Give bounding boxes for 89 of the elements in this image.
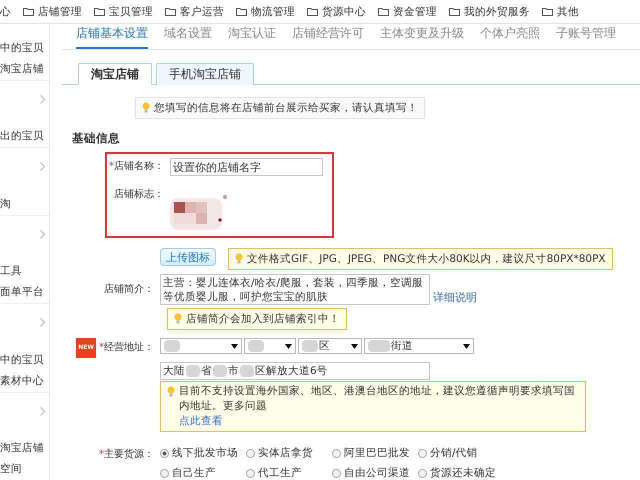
tab[interactable]: 子账号管理	[556, 25, 616, 49]
dropdown-caret-icon	[285, 344, 292, 348]
radio-icon[interactable]	[246, 448, 255, 458]
source-radio[interactable]: 分销/代销	[418, 446, 504, 460]
region-select[interactable]: 街道	[364, 338, 474, 354]
source-radio[interactable]: 货源还未确定	[418, 466, 504, 480]
field-label: 主要货源：	[104, 448, 154, 462]
sidebar-item[interactable]: 出的宝贝	[0, 126, 44, 148]
sidebar-item[interactable]: 中的宝贝	[0, 350, 44, 371]
radio-icon[interactable]	[160, 468, 169, 478]
folder-icon	[23, 7, 34, 16]
sidebar-item[interactable]: 淘宝店铺	[0, 438, 44, 460]
source-radio[interactable]: 自己生产	[160, 466, 246, 480]
folder-icon	[449, 7, 460, 16]
radio-icon[interactable]	[418, 448, 427, 458]
field-label: 店铺名称：	[114, 160, 164, 174]
lightbulb-icon	[167, 386, 175, 397]
upload-icon-button[interactable]: 上传图标	[160, 248, 216, 266]
required-asterisk: *	[99, 341, 104, 355]
sub-tab[interactable]: 手机淘宝店铺	[156, 63, 254, 85]
nav-menu-item[interactable]: 客户运营	[180, 4, 224, 18]
source-radio[interactable]: 线下批发市场	[160, 446, 246, 460]
source-radio[interactable]: 实体店拿货	[246, 446, 332, 460]
field-label: 经营地址：	[104, 340, 154, 355]
required-asterisk: *	[99, 448, 104, 462]
tab[interactable]: 店铺基本设置	[76, 25, 148, 49]
hint-text: 文件格式GIF、JPG、JPEG、PNG文件大小80K以内，建议尺寸80PX*80PX	[247, 252, 606, 267]
nav-menu-item[interactable]: 物流管理	[251, 4, 295, 18]
radio-icon[interactable]	[332, 468, 341, 478]
chevron-right-icon	[40, 406, 45, 416]
sidebar-item[interactable]: 空间	[0, 459, 22, 480]
folder-icon	[307, 7, 318, 16]
folder-icon	[94, 7, 105, 16]
radio-icon[interactable]	[246, 468, 255, 478]
sidebar-item[interactable]: 淘宝店铺	[0, 59, 44, 80]
chevron-right-icon	[40, 95, 45, 104]
nav-menu-item[interactable]: 心	[0, 4, 11, 18]
field-label: 店铺简介：	[104, 282, 155, 297]
sidebar-item[interactable]: 工具	[0, 261, 22, 282]
dropdown-caret-icon	[351, 344, 358, 348]
tab[interactable]: 域名设置	[164, 25, 212, 49]
radio-icon[interactable]	[332, 448, 341, 458]
folder-icon	[542, 7, 553, 16]
hint-text: 店铺简介会加入到店铺索引中！	[186, 312, 340, 327]
tab[interactable]: 个体户亮照	[480, 25, 540, 49]
nav-menu-item[interactable]: 宝贝管理	[109, 4, 153, 18]
view-here-link[interactable]: 点此查看	[179, 415, 223, 427]
sidebar-item[interactable]: 面单平台	[0, 282, 44, 304]
lightbulb-icon	[142, 102, 150, 113]
lightbulb-icon	[174, 313, 182, 324]
section-title: 基础信息	[72, 131, 120, 146]
sub-tab[interactable]: 淘宝店铺	[78, 63, 152, 85]
chevron-right-icon	[40, 162, 45, 172]
notice-text: 您填写的信息将在店铺前台展示给买家，请认真填写！	[154, 101, 418, 116]
field-label: 店铺标志：	[114, 188, 165, 202]
select-value: 街道	[391, 339, 413, 353]
shop-intro-textarea[interactable]: 主营：婴儿连体衣/哈衣/爬服，套装，四季服，空调服等优质婴儿服，呵护您宝宝的肌肤	[160, 274, 430, 305]
nav-menu-item[interactable]: 我的外贸服务	[464, 4, 530, 18]
dropdown-caret-icon	[463, 344, 470, 348]
lightbulb-icon	[235, 253, 243, 264]
address-input[interactable]: 大陆 省 市 区解放大道6号	[160, 362, 430, 380]
shop-name-input[interactable]: 设置你的店铺名字	[170, 158, 323, 176]
radio-icon[interactable]	[160, 448, 169, 458]
nav-menu-item[interactable]: 店铺管理	[38, 4, 82, 18]
required-asterisk: *	[109, 160, 114, 174]
source-radio[interactable]: 阿里巴巴批发	[332, 446, 418, 460]
nav-menu-item[interactable]: 货源中心	[322, 4, 366, 18]
select-value: 区	[319, 339, 330, 353]
radio-icon[interactable]	[418, 468, 427, 478]
folder-icon	[236, 7, 247, 16]
details-link[interactable]: 详细说明	[433, 290, 477, 305]
chevron-right-icon	[40, 318, 45, 328]
chevron-right-icon	[40, 230, 45, 239]
source-radio[interactable]: 代工生产	[246, 466, 332, 480]
warning-text: 目前不支持设置海外国家、地区、港澳台地区的地址，建议您遵循声明要求填写国内地址。更多问题	[179, 385, 575, 412]
tab[interactable]: 店铺经营许可	[292, 25, 364, 49]
nav-menu-item[interactable]: 其他	[557, 4, 579, 18]
sidebar-item[interactable]: 素材中心	[0, 370, 44, 392]
nav-menu-item[interactable]: 资金管理	[393, 4, 437, 18]
source-radio[interactable]: 自由公司渠道	[332, 466, 418, 480]
tab[interactable]: 主体变更及升级	[380, 25, 464, 49]
tab[interactable]: 淘宝认证	[228, 25, 276, 49]
sidebar-item[interactable]: 淘	[0, 194, 11, 215]
region-select[interactable]	[244, 338, 296, 354]
folder-icon	[378, 7, 389, 16]
folder-icon	[165, 7, 176, 16]
region-select[interactable]: 区	[298, 338, 362, 354]
sidebar-item[interactable]: 中的宝贝	[0, 38, 44, 59]
dropdown-caret-icon	[231, 344, 238, 348]
